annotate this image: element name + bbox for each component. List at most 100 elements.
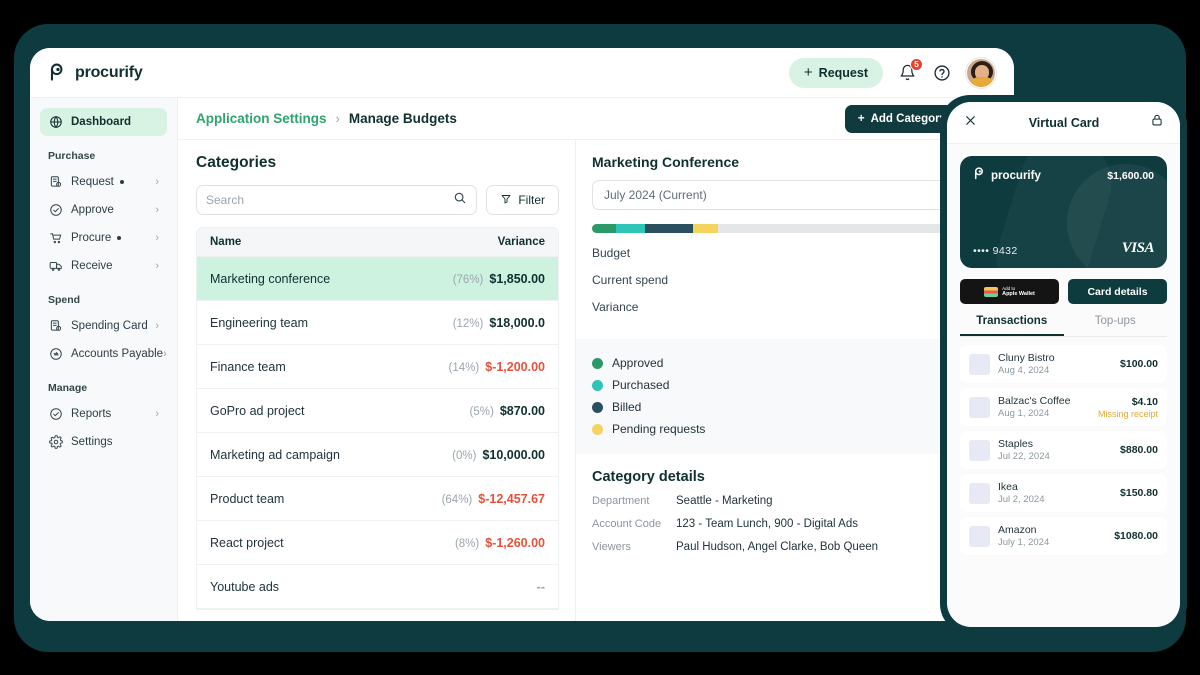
search-box[interactable] — [196, 185, 477, 215]
phone-tabs: Transactions Top-ups — [960, 315, 1167, 337]
funnel-icon — [500, 193, 512, 208]
transaction-date: Aug 1, 2024 — [998, 408, 1070, 419]
category-details: Category details Department Seattle - Ma… — [592, 454, 998, 564]
transaction-name: Staples — [998, 438, 1050, 450]
row-name: Marketing conference — [210, 272, 330, 286]
sidebar-group-title: Purchase — [30, 150, 177, 162]
list-item[interactable]: Ikea Jul 2, 2024 $150.80 — [960, 474, 1167, 512]
sidebar: Dashboard Purchase Request › — [30, 98, 178, 621]
filter-button[interactable]: Filter — [486, 185, 559, 215]
row-variance: (5%) $870.00 — [470, 404, 545, 418]
table-row[interactable]: GoPro ad project (5%) $870.00 — [197, 389, 558, 433]
table-row[interactable]: Marketing ad campaign (0%) $10,000.00 — [197, 433, 558, 477]
table-row[interactable]: Marketing conference (76%) $1,850.00 — [197, 257, 558, 301]
chevron-right-icon: › — [155, 205, 159, 216]
transaction-thumbnail — [969, 397, 990, 418]
panes: Categories — [178, 140, 1014, 621]
stat-label: Current spend — [592, 273, 668, 287]
transaction-name: Balzac's Coffee — [998, 395, 1070, 407]
sidebar-item-request[interactable]: Request › — [40, 168, 167, 196]
sidebar-item-label: Dashboard — [71, 116, 131, 128]
transaction-amount-block: $100.00 — [1120, 358, 1158, 370]
row-percent: (8%) — [455, 538, 479, 550]
top-bar: procurify + Request 5 — [30, 48, 1014, 98]
request-button[interactable]: + Request — [789, 58, 883, 88]
add-to-apple-wallet-button[interactable]: Add to Apple Wallet — [960, 279, 1059, 304]
apple-wallet-icon — [984, 287, 998, 297]
plus-icon: + — [858, 113, 865, 125]
breadcrumb-parent[interactable]: Application Settings — [196, 111, 327, 126]
period-select[interactable]: July 2024 (Current) — [592, 180, 998, 210]
bar-segment-purchased — [616, 224, 644, 233]
list-item[interactable]: Cluny Bistro Aug 4, 2024 $100.00 — [960, 345, 1167, 383]
page-title: Manage Budgets — [349, 111, 457, 126]
list-item[interactable]: Balzac's Coffee Aug 1, 2024 $4.10 Missin… — [960, 388, 1167, 426]
detail-key: Department — [592, 495, 676, 507]
transaction-thumbnail — [969, 440, 990, 461]
close-x-icon[interactable] — [963, 113, 978, 133]
table-row[interactable]: Youtube ads -- — [197, 565, 558, 609]
cart-icon — [48, 231, 63, 245]
search-input[interactable] — [206, 193, 453, 207]
sidebar-item-label: Reports — [71, 408, 111, 420]
category-details-row: Account Code 123 - Team Lunch, 900 - Dig… — [592, 518, 998, 541]
chevron-right-icon: › — [155, 233, 159, 244]
transaction-status-note: Missing receipt — [1098, 409, 1158, 419]
help-button[interactable] — [931, 62, 953, 84]
app-window: procurify + Request 5 — [30, 48, 1014, 621]
table-row[interactable]: Engineering team (12%) $18,000.0 — [197, 301, 558, 345]
transaction-amount: $100.00 — [1120, 358, 1158, 370]
unread-dot-icon — [120, 180, 124, 184]
brand-name: procurify — [75, 64, 143, 82]
sidebar-item-approve[interactable]: Approve › — [40, 196, 167, 224]
notifications-button[interactable]: 5 — [896, 62, 918, 84]
row-amount: -- — [537, 580, 545, 594]
table-row[interactable]: Finance team (14%) $-1,200.00 — [197, 345, 558, 389]
virtual-card[interactable]: procurify $1,600.00 •••• 9432 VISA — [960, 156, 1167, 268]
detail-title: Marketing Conference — [592, 154, 998, 170]
card-top-row: procurify $1,600.00 — [973, 167, 1154, 185]
sidebar-item-spending-card[interactable]: Spending Card › — [40, 312, 167, 340]
list-item[interactable]: Staples Jul 22, 2024 $880.00 — [960, 431, 1167, 469]
transaction-amount-block: $1080.00 — [1114, 530, 1158, 542]
list-item[interactable]: Amazon July 1, 2024 $1080.00 — [960, 517, 1167, 555]
sidebar-item-label: Settings — [71, 436, 113, 448]
sidebar-item-procure[interactable]: Procure › — [40, 224, 167, 252]
add-category-label: Add Category — [871, 113, 946, 125]
chevron-right-icon: › — [163, 349, 167, 360]
wallet-big-label: Apple Wallet — [1002, 291, 1035, 297]
sidebar-item-settings[interactable]: Settings — [40, 428, 167, 456]
tab-top-ups[interactable]: Top-ups — [1064, 315, 1168, 336]
card-balance: $1,600.00 — [1107, 170, 1154, 182]
truck-icon — [48, 259, 63, 273]
categories-title: Categories — [196, 154, 559, 172]
row-name: GoPro ad project — [210, 404, 305, 418]
legend-item: Billed — [592, 396, 998, 418]
card-masked-number: •••• 9432 — [973, 245, 1018, 257]
table-row[interactable]: Product team (64%) $-12,457.67 — [197, 477, 558, 521]
sidebar-item-dashboard[interactable]: Dashboard — [40, 108, 167, 136]
row-variance: (64%) $-12,457.67 — [442, 492, 545, 506]
row-amount: $-12,457.67 — [478, 492, 545, 506]
transaction-info: Staples Jul 22, 2024 — [998, 438, 1050, 462]
table-row[interactable]: React project (8%) $-1,260.00 — [197, 521, 558, 565]
transaction-amount: $4.10 — [1098, 396, 1158, 408]
card-details-button[interactable]: Card details — [1068, 279, 1167, 304]
avatar[interactable] — [966, 58, 996, 88]
row-amount: $-1,260.00 — [485, 536, 545, 550]
sidebar-item-accounts-payable[interactable]: Accounts Payable › — [40, 340, 167, 368]
phone-body: procurify $1,600.00 •••• 9432 VISA Add t… — [947, 144, 1180, 627]
row-percent: (64%) — [442, 494, 473, 506]
sidebar-group-title: Manage — [30, 382, 177, 394]
sidebar-item-reports[interactable]: Reports › — [40, 400, 167, 428]
stat-budget: Budget 2,2 — [592, 246, 998, 273]
card-bottom-row: •••• 9432 VISA — [973, 240, 1154, 257]
sidebar-item-receive[interactable]: Receive › — [40, 252, 167, 280]
chevron-right-icon: › — [336, 111, 340, 126]
payable-circle-icon — [48, 347, 63, 361]
lock-icon[interactable] — [1150, 113, 1164, 132]
row-variance: (0%) $10,000.00 — [452, 448, 545, 462]
transaction-name: Cluny Bistro — [998, 352, 1055, 364]
procurify-logo-icon — [48, 63, 67, 82]
tab-transactions[interactable]: Transactions — [960, 315, 1064, 336]
